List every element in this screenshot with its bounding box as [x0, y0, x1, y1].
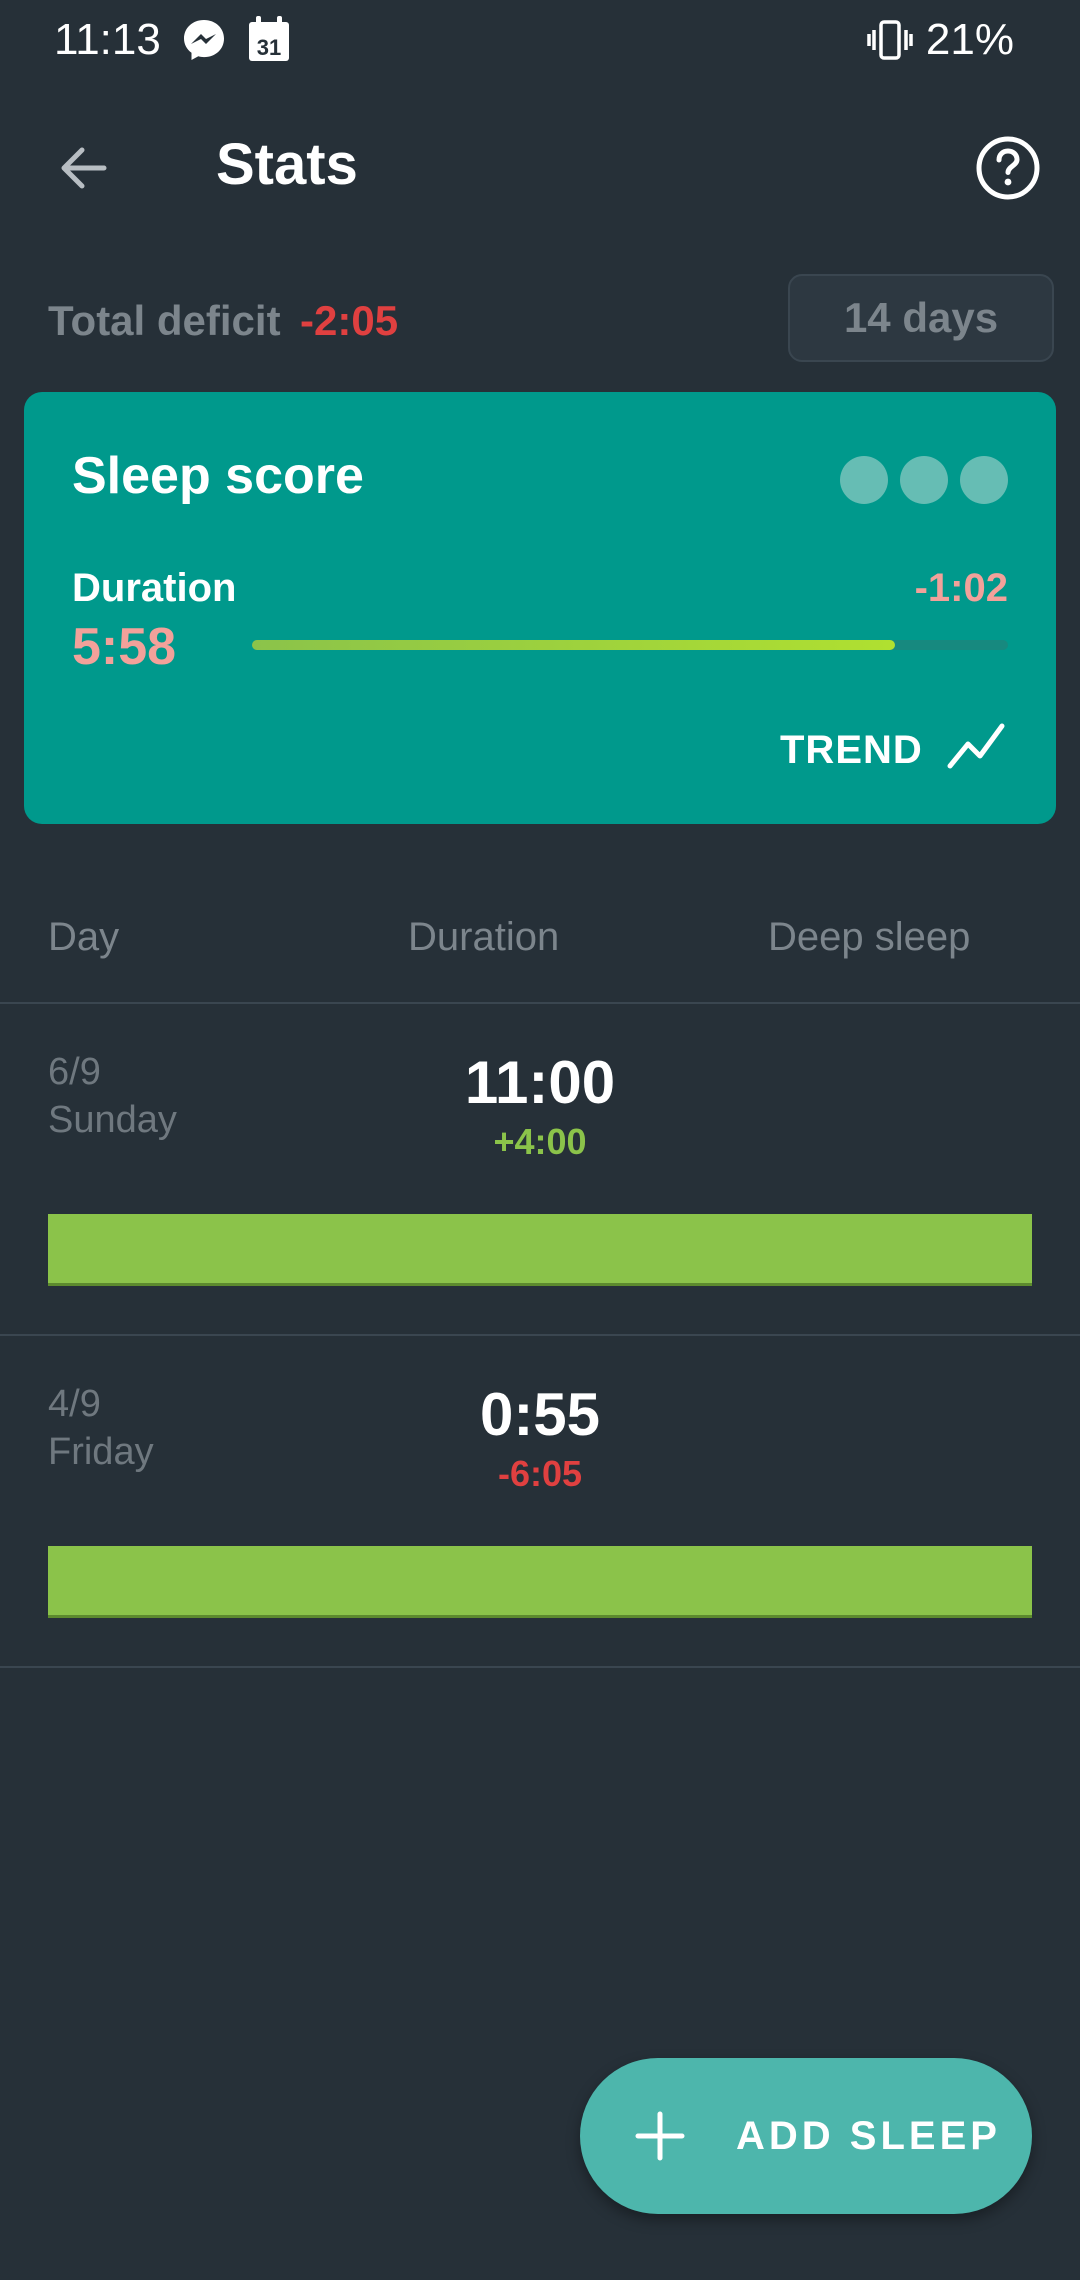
column-header-duration[interactable]: Duration — [408, 912, 559, 962]
row-divider — [0, 1666, 1080, 1668]
duration-progress-fill — [252, 640, 895, 650]
column-header-deep-sleep[interactable]: Deep sleep — [768, 912, 970, 962]
total-deficit-value: -2:05 — [300, 297, 399, 344]
column-header-day[interactable]: Day — [48, 912, 119, 962]
messenger-icon — [180, 16, 228, 69]
row-duration: 0:55 — [479, 1381, 601, 1448]
row-weekday: Sunday — [48, 1099, 177, 1141]
sleep-timeline-bar — [48, 1546, 1032, 1618]
trend-button-label[interactable]: TREND — [780, 726, 923, 774]
row-duration: 11:00 — [464, 1049, 616, 1116]
back-arrow-icon[interactable] — [52, 136, 116, 200]
battery-percentage: 21% — [925, 15, 1014, 64]
calendar-icon: 31 — [248, 16, 290, 67]
range-selector-button[interactable]: 14 days — [788, 274, 1054, 362]
table-row[interactable]: 6/9 Sunday 11:00 +4:00 — [0, 1004, 1080, 1334]
table-row[interactable]: 4/9 Friday 0:55 -6:05 — [0, 1336, 1080, 1666]
sleep-timeline-bar — [48, 1214, 1032, 1286]
row-weekday: Friday — [48, 1431, 154, 1473]
duration-label: Duration — [72, 566, 237, 610]
score-dot-3 — [960, 456, 1008, 504]
score-dot-2 — [900, 456, 948, 504]
page-title: Stats — [216, 132, 358, 197]
row-date: 4/9 — [48, 1383, 101, 1425]
add-sleep-button[interactable]: ADD SLEEP — [580, 2058, 1032, 2214]
sleep-score-title: Sleep score — [72, 447, 364, 505]
trend-line-icon[interactable] — [944, 716, 1008, 780]
score-dot-1 — [840, 456, 888, 504]
status-time: 11:13 — [54, 15, 161, 64]
row-duration-delta: +4:00 — [493, 1121, 587, 1162]
duration-progress-track — [252, 640, 1008, 650]
calendar-day-text: 31 — [257, 35, 281, 60]
duration-value: 5:58 — [72, 618, 177, 676]
duration-delta: -1:02 — [914, 566, 1008, 610]
row-duration-delta: -6:05 — [497, 1453, 583, 1494]
add-sleep-label: ADD SLEEP — [736, 2114, 1001, 2158]
vibrate-icon — [866, 16, 914, 69]
sleep-score-card[interactable]: Sleep score Duration 5:58 -1:02 TREND — [24, 392, 1056, 824]
total-deficit-label: Total deficit — [48, 297, 281, 344]
help-icon[interactable] — [972, 132, 1044, 204]
row-date: 6/9 — [48, 1051, 101, 1093]
plus-icon — [632, 2108, 688, 2164]
